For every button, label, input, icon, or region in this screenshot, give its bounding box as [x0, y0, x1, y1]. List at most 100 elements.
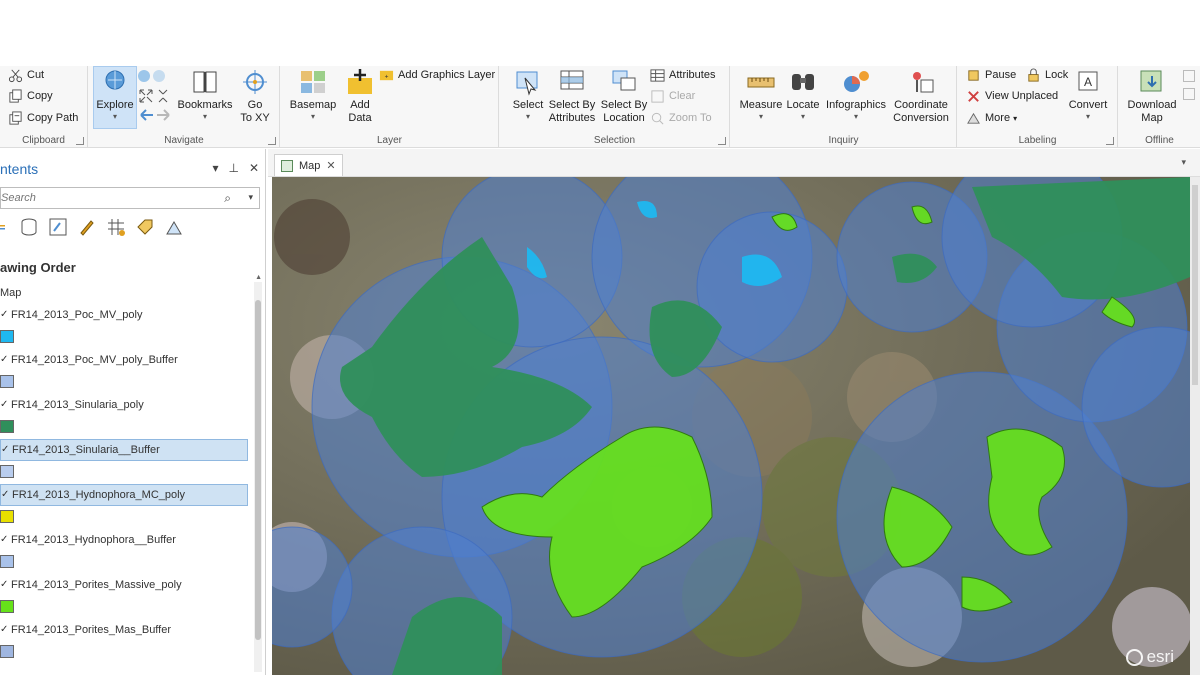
- labeling-launcher-icon[interactable]: [1106, 137, 1114, 145]
- bookmarks-button[interactable]: Bookmarks ▾: [177, 68, 233, 121]
- layer-symbol-swatch[interactable]: [0, 555, 14, 568]
- select-button[interactable]: Select ▾: [508, 68, 548, 121]
- layer-symbol-swatch[interactable]: [0, 330, 14, 343]
- clear-button[interactable]: Clear: [650, 87, 695, 105]
- layer-visibility-checkbox[interactable]: ✓: [0, 624, 8, 636]
- add-data-button[interactable]: Add Data: [341, 68, 379, 125]
- measure-button[interactable]: Measure ▾: [735, 68, 787, 121]
- coordinate-conversion-button[interactable]: Coordinate Conversion: [889, 68, 953, 125]
- snapping-icon[interactable]: [106, 217, 126, 237]
- locate-button[interactable]: Locate ▾: [783, 68, 823, 121]
- layer-symbol-swatch[interactable]: [0, 510, 14, 523]
- convert-caret-icon: ▾: [1085, 112, 1090, 121]
- map-tab-label: Map: [299, 159, 321, 172]
- locate-caret-icon: ▾: [800, 112, 805, 121]
- layer-row[interactable]: ✓ FR14_2013_Poc_MV_poly: [0, 304, 248, 326]
- more-icon: [967, 112, 980, 124]
- navigate-launcher-icon[interactable]: [268, 137, 276, 145]
- basemap-button[interactable]: Basemap ▾: [285, 68, 341, 121]
- labeling-tag-icon[interactable]: [135, 217, 155, 237]
- contents-scrollbar-thumb[interactable]: [255, 300, 261, 640]
- layer-visibility-checkbox[interactable]: ✓: [0, 579, 8, 591]
- bookmarks-label: Bookmarks: [177, 99, 233, 111]
- layer-row[interactable]: ✓ FR14_2013_Porites_Massive_poly: [0, 574, 248, 596]
- measure-label: Measure: [739, 99, 783, 111]
- layer-visibility-checkbox[interactable]: ✓: [1, 489, 9, 501]
- contents-search: ⌕ ▾: [0, 187, 260, 209]
- layer-symbol-swatch[interactable]: [0, 645, 14, 658]
- layer-row[interactable]: ✓ FR14_2013_Hydnophora_MC_poly: [0, 484, 248, 506]
- map-canvas[interactable]: esri: [272, 177, 1190, 675]
- ruler-icon: [747, 77, 775, 88]
- layer-row[interactable]: ✓ FR14_2013_Porites_Mas_Buffer: [0, 619, 248, 641]
- clipboard-group-label: Clipboard: [22, 135, 65, 146]
- close-map-tab-icon[interactable]: ✕: [326, 159, 335, 172]
- go-to-xy-button[interactable]: Go To XY: [235, 68, 275, 125]
- offline-group-label: Offline: [1145, 135, 1174, 146]
- perspective-imagery-icon[interactable]: [164, 217, 184, 237]
- remove-offline-icon[interactable]: [1183, 88, 1195, 100]
- layer-symbol-swatch[interactable]: [0, 375, 14, 388]
- selection-group: Select ▾ Select By Attributes Select By …: [500, 66, 730, 147]
- search-options-caret-icon[interactable]: ▾: [248, 192, 253, 203]
- convert-button[interactable]: A Convert ▾: [1062, 68, 1114, 121]
- copy-icon: [9, 88, 22, 103]
- layer-symbol-swatch[interactable]: [0, 600, 14, 613]
- layer-name: FR14_2013_Poc_MV_poly: [11, 309, 143, 321]
- map-vertical-scrollbar[interactable]: [1190, 177, 1200, 675]
- map-scrollbar-thumb[interactable]: [1192, 185, 1198, 385]
- zoom-to-button[interactable]: Zoom To: [650, 109, 712, 127]
- select-by-attributes-button[interactable]: Select By Attributes: [546, 68, 598, 125]
- explore-button[interactable]: Explore ▾: [94, 68, 136, 121]
- layer-visibility-checkbox[interactable]: ✓: [0, 354, 8, 366]
- cut-button[interactable]: Cut: [8, 66, 44, 84]
- copy-path-label: Copy Path: [27, 112, 79, 124]
- contents-search-input[interactable]: [1, 188, 211, 208]
- fixed-zoom-icon[interactable]: [137, 87, 171, 105]
- coordinate-conversion-label-2: Conversion: [893, 112, 949, 124]
- layer-visibility-checkbox[interactable]: ✓: [0, 399, 8, 411]
- sync-icon[interactable]: [1183, 70, 1195, 82]
- close-pane-icon[interactable]: ✕: [249, 161, 259, 175]
- drawing-order-icon[interactable]: [0, 217, 10, 237]
- full-extent-icon[interactable]: [137, 68, 169, 84]
- infographics-button[interactable]: Infographics ▾: [823, 68, 889, 121]
- crosshair-icon: [243, 70, 267, 94]
- clipboard-launcher-icon[interactable]: [76, 137, 84, 145]
- selection-list-icon[interactable]: [48, 217, 68, 237]
- toc-toolbar: [0, 217, 184, 239]
- select-by-location-button[interactable]: Select By Location: [598, 68, 650, 125]
- layer-visibility-checkbox[interactable]: ✓: [0, 534, 8, 546]
- attributes-button[interactable]: Attributes: [650, 66, 715, 84]
- contents-pane: ntents ▾ ⊥ ✕ ⌕ ▾ awing Order Map ✓FR14_2…: [0, 149, 266, 675]
- layer-row[interactable]: ✓ FR14_2013_Poc_MV_poly_Buffer: [0, 349, 248, 371]
- add-graphics-layer-button[interactable]: + Add Graphics Layer: [379, 66, 495, 84]
- select-caret-icon: ▾: [525, 112, 530, 121]
- pane-options-caret-icon[interactable]: ▾: [212, 161, 218, 175]
- layer-row[interactable]: ✓ FR14_2013_Sinularia__Buffer: [0, 439, 248, 461]
- more-labeling-button[interactable]: More ▾: [966, 109, 1017, 127]
- layer-visibility-checkbox[interactable]: ✓: [1, 444, 9, 456]
- pin-icon[interactable]: ⊥: [228, 161, 238, 175]
- contents-scrollbar[interactable]: [254, 282, 262, 672]
- back-forward-icon[interactable]: [137, 107, 173, 123]
- copy-button[interactable]: Copy: [8, 87, 53, 105]
- tab-map[interactable]: Map ✕: [274, 154, 343, 176]
- layer-symbol-swatch[interactable]: [0, 420, 14, 433]
- layer-name: FR14_2013_Sinularia__Buffer: [12, 444, 160, 456]
- layer-row[interactable]: ✓ FR14_2013_Hydnophora__Buffer: [0, 529, 248, 551]
- scroll-up-arrow-icon[interactable]: ▲: [255, 274, 262, 281]
- data-source-icon[interactable]: [19, 217, 39, 237]
- layer-row[interactable]: ✓ FR14_2013_Sinularia_poly: [0, 394, 248, 416]
- view-unplaced-button[interactable]: View Unplaced: [966, 87, 1058, 105]
- selection-launcher-icon[interactable]: [718, 137, 726, 145]
- tab-list-caret-icon[interactable]: ▾: [1181, 157, 1186, 168]
- search-icon[interactable]: ⌕: [224, 191, 231, 206]
- editing-pencil-icon[interactable]: [77, 217, 97, 237]
- map-node[interactable]: Map: [0, 287, 21, 299]
- layer-visibility-checkbox[interactable]: ✓: [0, 309, 8, 321]
- pause-labeling-button[interactable]: Pause: [966, 66, 1016, 84]
- copy-path-button[interactable]: Copy Path: [8, 109, 78, 127]
- download-map-button[interactable]: Download Map: [1123, 68, 1181, 125]
- layer-symbol-swatch[interactable]: [0, 465, 14, 478]
